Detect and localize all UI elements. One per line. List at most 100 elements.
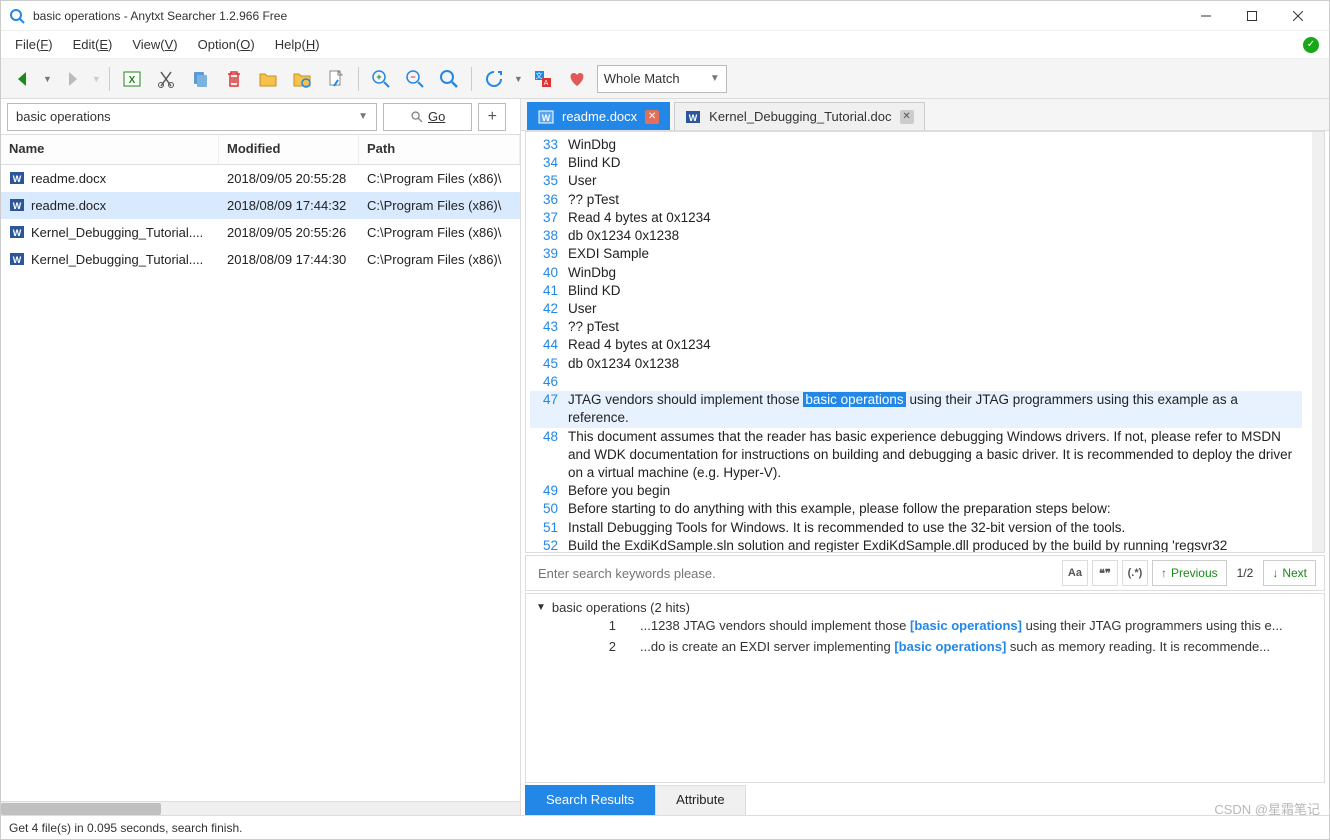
- tab-close-icon[interactable]: ✕: [645, 110, 659, 124]
- searchbar: ▼ Go +: [1, 99, 520, 135]
- chevron-down-icon: ▼: [710, 73, 720, 84]
- hits-header[interactable]: ▼ basic operations (2 hits): [536, 600, 1314, 615]
- preview-pane: Wreadme.docx✕WKernel_Debugging_Tutorial.…: [521, 99, 1329, 815]
- window-title: basic operations - Anytxt Searcher 1.2.9…: [33, 9, 1183, 23]
- hits-area: ▼ basic operations (2 hits)1...1238 JTAG…: [525, 593, 1325, 783]
- svg-text:−: −: [410, 72, 415, 82]
- content-line: 42User: [530, 300, 1302, 318]
- content-line: 37Read 4 bytes at 0x1234: [530, 209, 1302, 227]
- open-location-button[interactable]: [288, 65, 316, 93]
- maximize-button[interactable]: [1229, 1, 1275, 31]
- menu-option[interactable]: Option(O): [188, 33, 265, 56]
- table-row[interactable]: Wreadme.docx2018/08/09 17:44:32C:\Progra…: [1, 192, 520, 219]
- titlebar: basic operations - Anytxt Searcher 1.2.9…: [1, 1, 1329, 31]
- content-line: 41Blind KD: [530, 282, 1302, 300]
- content-line: 48This document assumes that the reader …: [530, 428, 1302, 483]
- translate-button[interactable]: 文A: [529, 65, 557, 93]
- close-button[interactable]: [1275, 1, 1321, 31]
- svg-text:W: W: [13, 228, 22, 238]
- svg-text:W: W: [13, 174, 22, 184]
- menu-file[interactable]: File(F): [5, 33, 63, 56]
- col-name[interactable]: Name: [1, 135, 219, 164]
- table-row[interactable]: WKernel_Debugging_Tutorial....2018/08/09…: [1, 246, 520, 273]
- open-folder-button[interactable]: [254, 65, 282, 93]
- content-line: 38db 0x1234 0x1238: [530, 227, 1302, 245]
- content-line: 43?? pTest: [530, 318, 1302, 336]
- search-input[interactable]: [16, 109, 352, 124]
- refresh-button[interactable]: [480, 65, 508, 93]
- tab-close-icon[interactable]: ✕: [900, 110, 914, 124]
- menu-view[interactable]: View(V): [122, 33, 187, 56]
- bottom-tabs: Search Results Attribute: [525, 785, 1325, 815]
- chevron-down-icon[interactable]: ▼: [358, 111, 368, 122]
- word-file-icon: W: [9, 251, 25, 267]
- table-row[interactable]: Wreadme.docx2018/09/05 20:55:28C:\Progra…: [1, 165, 520, 192]
- content-line: 47JTAG vendors should implement those ba…: [530, 391, 1302, 427]
- content-line: 33WinDbg: [530, 136, 1302, 154]
- find-input[interactable]: [534, 562, 1058, 585]
- content-line: 36?? pTest: [530, 191, 1302, 209]
- content-line: 50Before starting to do anything with th…: [530, 500, 1302, 518]
- hit-row[interactable]: 2...do is create an EXDI server implemen…: [536, 636, 1314, 657]
- find-bar: Aa ❝❞ (.*) ↑Previous 1/2 ↓Next: [525, 555, 1325, 591]
- tab-attribute[interactable]: Attribute: [655, 785, 745, 815]
- svg-text:W: W: [13, 201, 22, 211]
- content-line: 44Read 4 bytes at 0x1234: [530, 336, 1302, 354]
- svg-text:W: W: [689, 113, 698, 123]
- app-icon: [9, 8, 25, 24]
- tab-search-results[interactable]: Search Results: [525, 785, 655, 815]
- content-line: 49Before you begin: [530, 482, 1302, 500]
- svg-text:文: 文: [535, 71, 542, 80]
- donate-button[interactable]: [563, 65, 591, 93]
- go-button[interactable]: Go: [383, 103, 472, 131]
- delete-button[interactable]: [220, 65, 248, 93]
- menubar: File(F) Edit(E) View(V) Option(O) Help(H…: [1, 31, 1329, 59]
- nav-forward-button[interactable]: [58, 65, 86, 93]
- statusbar: Get 4 file(s) in 0.095 seconds, search f…: [1, 815, 1329, 839]
- h-scrollbar[interactable]: [1, 801, 520, 815]
- zoom-out-button[interactable]: −: [401, 65, 429, 93]
- add-search-button[interactable]: +: [478, 103, 506, 131]
- v-scrollbar[interactable]: [1312, 132, 1324, 552]
- status-text: Get 4 file(s) in 0.095 seconds, search f…: [9, 821, 242, 835]
- content-line: 51Install Debugging Tools for Windows. I…: [530, 519, 1302, 537]
- content-line: 40WinDbg: [530, 264, 1302, 282]
- regex-toggle[interactable]: (.*): [1122, 560, 1148, 586]
- copy-button[interactable]: [186, 65, 214, 93]
- hit-row[interactable]: 1...1238 JTAG vendors should implement t…: [536, 615, 1314, 636]
- menu-help[interactable]: Help(H): [265, 33, 330, 56]
- svg-text:+: +: [376, 72, 381, 82]
- toolbar: ▼ ▼ X + − ▼ 文A Whole Match ▼: [1, 59, 1329, 99]
- match-mode-label: Whole Match: [604, 71, 680, 86]
- svg-text:A: A: [543, 80, 548, 87]
- file-tab[interactable]: WKernel_Debugging_Tutorial.doc✕: [674, 102, 924, 130]
- col-path[interactable]: Path: [359, 135, 520, 164]
- results-header: Name Modified Path: [1, 135, 520, 165]
- nav-back-button[interactable]: [9, 65, 37, 93]
- word-file-icon: W: [538, 109, 554, 125]
- svg-text:X: X: [129, 75, 136, 86]
- word-file-icon: W: [685, 109, 701, 125]
- find-button[interactable]: [435, 65, 463, 93]
- find-previous-button[interactable]: ↑Previous: [1152, 560, 1227, 586]
- zoom-in-button[interactable]: +: [367, 65, 395, 93]
- cut-button[interactable]: [152, 65, 180, 93]
- content-view[interactable]: 33WinDbg34Blind KD35User36?? pTest37Read…: [526, 132, 1312, 552]
- menu-edit[interactable]: Edit(E): [63, 33, 123, 56]
- content-line: 52Build the ExdiKdSample.sln solution an…: [530, 537, 1302, 552]
- results-pane: ▼ Go + Name Modified Path Wreadme.docx20…: [1, 99, 521, 815]
- content-line: 34Blind KD: [530, 154, 1302, 172]
- export-excel-button[interactable]: X: [118, 65, 146, 93]
- col-modified[interactable]: Modified: [219, 135, 359, 164]
- svg-text:W: W: [542, 113, 551, 123]
- content-line: 46: [530, 373, 1302, 391]
- whole-word-toggle[interactable]: ❝❞: [1092, 560, 1118, 586]
- match-case-toggle[interactable]: Aa: [1062, 560, 1088, 586]
- table-row[interactable]: WKernel_Debugging_Tutorial....2018/09/05…: [1, 219, 520, 246]
- file-tabs: Wreadme.docx✕WKernel_Debugging_Tutorial.…: [521, 99, 1329, 131]
- match-mode-combo[interactable]: Whole Match ▼: [597, 65, 727, 93]
- find-next-button[interactable]: ↓Next: [1263, 560, 1316, 586]
- minimize-button[interactable]: [1183, 1, 1229, 31]
- file-tab[interactable]: Wreadme.docx✕: [527, 102, 670, 130]
- file-properties-button[interactable]: [322, 65, 350, 93]
